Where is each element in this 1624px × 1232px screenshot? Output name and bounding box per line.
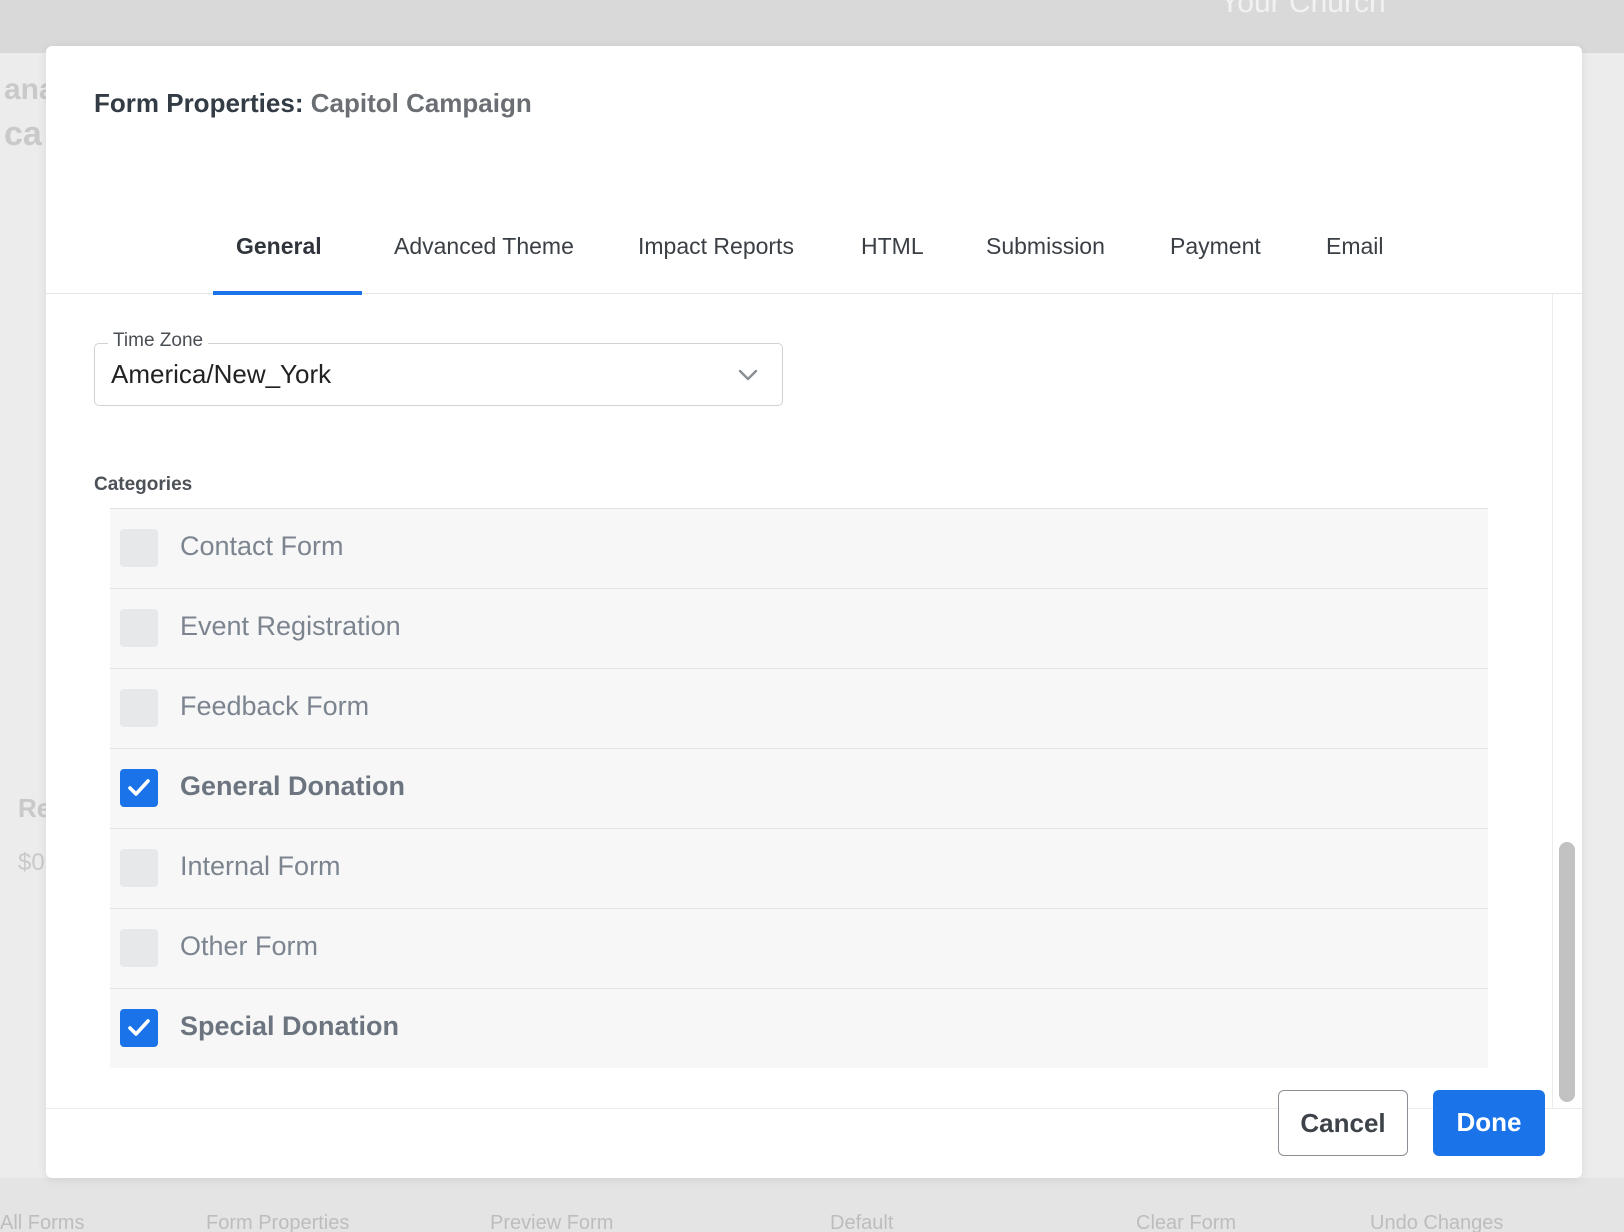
- dialog-title: Form Properties: Capitol Campaign: [94, 88, 532, 119]
- dialog-body: America/New_York Time Zone Categories Co…: [46, 294, 1582, 1108]
- bottom-item-default: Default: [830, 1212, 894, 1232]
- time-zone-select[interactable]: America/New_York: [94, 343, 783, 406]
- tab-bar: General Advanced Theme Impact Reports HT…: [46, 198, 1582, 295]
- cancel-button[interactable]: Cancel: [1278, 1090, 1408, 1156]
- categories-list: Contact Form Event Registration Feedback…: [110, 508, 1488, 1068]
- category-row[interactable]: Special Donation: [110, 988, 1488, 1068]
- bottom-item-form-properties: Form Properties: [206, 1212, 350, 1232]
- category-checkbox[interactable]: [120, 929, 158, 967]
- scrollbar-thumb[interactable]: [1559, 842, 1575, 1102]
- dialog-title-prefix: Form Properties:: [94, 88, 304, 118]
- bottom-item-all-forms: All Forms: [0, 1212, 85, 1232]
- check-icon: [128, 779, 150, 796]
- category-checkbox-checked[interactable]: [120, 769, 158, 807]
- category-label: Feedback Form: [180, 691, 370, 721]
- tab-impact-reports[interactable]: Impact Reports: [638, 198, 794, 294]
- category-label: General Donation: [180, 771, 406, 801]
- chevron-down-icon: [738, 369, 758, 381]
- tab-submission[interactable]: Submission: [986, 198, 1105, 294]
- tab-general[interactable]: General: [236, 198, 322, 294]
- bottom-item-preview-form: Preview Form: [490, 1212, 614, 1232]
- tab-html[interactable]: HTML: [861, 198, 924, 294]
- tab-payment[interactable]: Payment: [1170, 198, 1261, 294]
- tab-advanced-theme[interactable]: Advanced Theme: [394, 198, 574, 294]
- form-properties-dialog: Form Properties: Capitol Campaign Genera…: [46, 46, 1582, 1178]
- category-row[interactable]: Internal Form: [110, 828, 1488, 908]
- category-checkbox[interactable]: [120, 689, 158, 727]
- categories-heading: Categories: [94, 474, 193, 495]
- category-checkbox[interactable]: [120, 849, 158, 887]
- category-label: Other Form: [180, 931, 319, 961]
- category-label: Event Registration: [180, 611, 401, 641]
- tab-email[interactable]: Email: [1326, 198, 1384, 294]
- category-checkbox-checked[interactable]: [120, 1009, 158, 1047]
- time-zone-label: Time Zone: [108, 330, 209, 352]
- category-row[interactable]: Other Form: [110, 908, 1488, 988]
- dialog-form-name: Capitol Campaign: [310, 88, 532, 118]
- church-name: Your Church: [1220, 0, 1386, 19]
- category-label: Internal Form: [180, 851, 341, 881]
- check-icon: [128, 1019, 150, 1036]
- done-button[interactable]: Done: [1433, 1090, 1545, 1156]
- category-row[interactable]: Event Registration: [110, 588, 1488, 668]
- bottom-item-undo-changes: Undo Changes: [1370, 1212, 1504, 1232]
- category-label: Special Donation: [180, 1011, 400, 1041]
- category-row[interactable]: General Donation: [110, 748, 1488, 828]
- category-label: Contact Form: [180, 531, 344, 561]
- time-zone-value: America/New_York: [111, 359, 332, 389]
- category-row[interactable]: Feedback Form: [110, 668, 1488, 748]
- category-checkbox[interactable]: [120, 609, 158, 647]
- category-checkbox[interactable]: [120, 529, 158, 567]
- category-row[interactable]: Contact Form: [110, 508, 1488, 588]
- bottom-item-clear-form: Clear Form: [1136, 1212, 1237, 1232]
